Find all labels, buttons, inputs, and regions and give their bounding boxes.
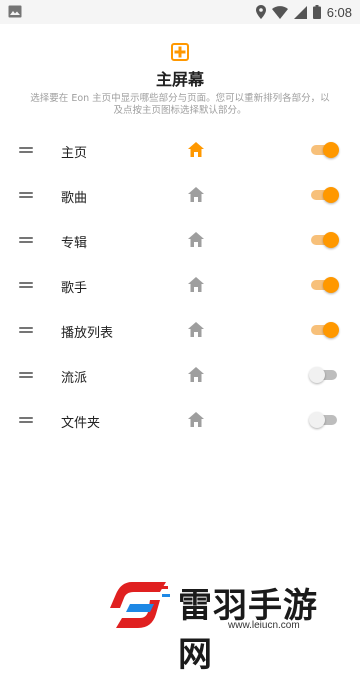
drag-handle-icon[interactable] [19, 282, 33, 288]
drag-handle-icon[interactable] [19, 147, 33, 153]
home-icon[interactable] [188, 322, 204, 337]
section-label: 播放列表 [61, 326, 114, 341]
section-row[interactable]: 流派 [0, 353, 360, 397]
drag-handle-icon[interactable] [19, 327, 33, 333]
section-toggle[interactable] [311, 141, 339, 159]
home-screen-icon [171, 43, 189, 61]
section-toggle[interactable] [309, 411, 339, 429]
page-title: 主屏幕 [155, 70, 204, 89]
section-label: 专辑 [61, 236, 88, 251]
watermark: 雷羽手游网 www.leiucn.com [110, 578, 350, 675]
page-description: 选择要在 Eon 主页中显示哪些部分与页面。您可以重新排列各部分，以及点按主页图… [30, 93, 330, 116]
drag-handle-icon[interactable] [19, 192, 33, 198]
section-label: 流派 [61, 371, 88, 386]
home-icon[interactable] [188, 277, 204, 292]
watermark-logo-icon [110, 582, 170, 628]
section-toggle[interactable] [309, 366, 339, 384]
status-time: 6:08 [326, 4, 352, 20]
image-icon [8, 5, 22, 18]
section-label: 主页 [61, 146, 88, 161]
drag-handle-icon[interactable] [19, 417, 33, 423]
section-row[interactable]: 歌手 [0, 263, 360, 307]
section-toggle[interactable] [311, 186, 339, 204]
section-label: 歌手 [61, 281, 88, 296]
status-bar: 6:08 [0, 0, 360, 24]
drag-handle-icon[interactable] [19, 237, 33, 243]
section-row[interactable]: 文件夹 [0, 398, 360, 442]
section-toggle[interactable] [311, 276, 339, 294]
drag-handle-icon[interactable] [19, 372, 33, 378]
signal-icon [293, 5, 307, 19]
home-icon[interactable] [188, 232, 204, 247]
home-icon[interactable] [188, 142, 204, 157]
section-label: 歌曲 [61, 191, 88, 206]
section-row[interactable]: 主页 [0, 128, 360, 172]
section-label: 文件夹 [61, 416, 101, 431]
home-icon[interactable] [188, 187, 204, 202]
section-row[interactable]: 播放列表 [0, 308, 360, 352]
home-icon[interactable] [188, 367, 204, 382]
watermark-url: www.leiucn.com [228, 620, 300, 631]
section-toggle[interactable] [311, 321, 339, 339]
wifi-icon [271, 5, 288, 19]
section-row[interactable]: 专辑 [0, 218, 360, 262]
section-toggle[interactable] [311, 231, 339, 249]
home-icon[interactable] [188, 412, 204, 427]
section-row[interactable]: 歌曲 [0, 173, 360, 217]
location-icon [255, 5, 266, 19]
battery-icon [312, 5, 321, 19]
